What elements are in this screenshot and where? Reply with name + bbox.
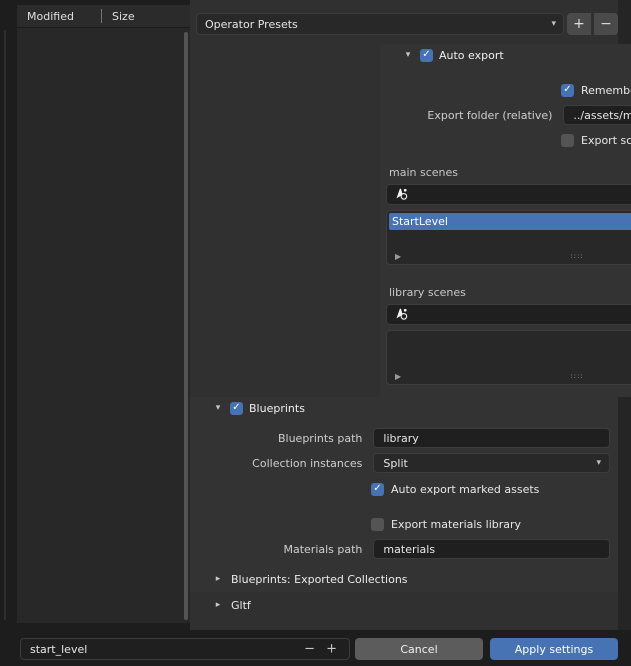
file-list-column-header: Modified Size [17, 5, 190, 27]
chevron-down-icon: ▾ [596, 458, 601, 468]
auto-export-marked-assets-row: ✓ Auto export marked assets [371, 479, 539, 499]
dialog-bottom-bar: start_level − + Cancel Apply settings [0, 630, 631, 666]
collection-instances-row: Collection instances Split ▾ [200, 453, 610, 473]
auto-export-marked-assets-checkbox[interactable]: ✓ [371, 482, 384, 496]
blueprints-exported-collections-title: Blueprints: Exported Collections [231, 572, 408, 586]
filename-increment-button[interactable]: + [326, 642, 337, 657]
export-folder-input[interactable]: ../assets/models [563, 105, 631, 125]
collection-instances-label: Collection instances [252, 456, 363, 470]
export-scene-settings-label: Export scene settings [581, 133, 631, 147]
library-scenes-list[interactable]: ▶ :::: [386, 330, 631, 385]
file-list[interactable] [17, 27, 190, 623]
blueprints-panel-header[interactable]: ▾ ✓ Blueprints [212, 398, 305, 418]
scene-icon [396, 308, 408, 320]
blueprints-path-label: Blueprints path [277, 431, 363, 445]
apply-settings-button[interactable]: Apply settings [490, 638, 618, 660]
column-header-modified[interactable]: Modified [17, 5, 101, 27]
collection-instances-value: Split [383, 456, 408, 470]
auto-export-marked-assets-label: Auto export marked assets [391, 482, 540, 496]
remember-export-settings-label: Remember Export Settings [581, 83, 631, 97]
chevron-right-icon[interactable]: ▶ [395, 372, 401, 381]
file-browser: Modified Size [0, 0, 190, 630]
gltf-panel-title: Gltf [231, 598, 251, 612]
list-item[interactable]: StartLevel [389, 213, 631, 230]
file-browser-gutter-divider [4, 30, 6, 620]
blueprints-exported-collections-panel[interactable]: ▸ Blueprints: Exported Collections [190, 568, 618, 590]
main-scenes-search-field[interactable] [386, 184, 631, 205]
remember-export-settings-row: ✓ Remember Export Settings [561, 80, 631, 100]
library-scenes-search-field[interactable] [386, 304, 631, 325]
blueprints-panel: ▾ ✓ Blueprints Blueprints path library C… [190, 397, 618, 592]
export-scene-settings-checkbox[interactable] [561, 133, 574, 147]
column-header-size[interactable]: Size [102, 5, 135, 27]
chevron-right-icon: ▸ [215, 574, 221, 584]
resize-grip-handle[interactable]: :::: [570, 372, 583, 380]
file-list-scrollbar[interactable] [184, 32, 188, 620]
remember-export-settings-checkbox[interactable]: ✓ [561, 83, 574, 97]
chevron-right-icon: ▸ [215, 600, 221, 610]
chevron-down-icon: ▾ [405, 50, 411, 60]
export-materials-library-label: Export materials library [391, 517, 522, 531]
file-browser-gutter [0, 27, 17, 623]
main-scenes-list-footer: ▶ :::: [387, 248, 631, 264]
blueprints-path-row: Blueprints path library [200, 428, 610, 448]
main-scenes-item-name: StartLevel [392, 215, 448, 228]
scene-icon [396, 188, 408, 200]
main-scenes-label: main scenes [389, 166, 458, 179]
main-scenes-list[interactable]: StartLevel ▶ :::: [386, 210, 631, 265]
export-scene-settings-row: Export scene settings [561, 130, 631, 150]
operator-presets-value: Operator Presets [205, 17, 298, 31]
library-scenes-list-footer: ▶ :::: [387, 368, 631, 384]
chevron-down-icon: ▾ [215, 403, 221, 413]
blueprints-panel-title: Blueprints [249, 401, 305, 415]
export-materials-library-checkbox[interactable] [371, 517, 384, 531]
export-materials-library-row: Export materials library [371, 514, 521, 534]
add-preset-button[interactable]: + [567, 13, 591, 35]
gltf-panel[interactable]: ▸ Gltf [190, 594, 618, 616]
materials-path-row: Materials path materials [200, 539, 610, 559]
filename-input[interactable]: start_level − + [20, 638, 350, 660]
cancel-button[interactable]: Cancel [355, 638, 483, 660]
auto-export-panel-header[interactable]: ▾ ✓ Auto export [380, 44, 631, 66]
blueprints-path-input[interactable]: library [373, 428, 610, 448]
export-folder-row: Export folder (relative) ../assets/model… [390, 105, 631, 125]
chevron-down-icon: ▾ [551, 19, 556, 29]
library-scenes-label: library scenes [389, 286, 466, 299]
operator-properties-panel: Operator Presets ▾ + − ▾ ✓ Auto export ✓… [190, 0, 631, 630]
auto-export-panel-title: Auto export [439, 48, 504, 62]
materials-path-label: Materials path [283, 542, 363, 556]
chevron-right-icon[interactable]: ▶ [395, 252, 401, 261]
auto-export-panel: ▾ ✓ Auto export ✓ Remember Export Settin… [380, 44, 631, 397]
operator-presets-dropdown[interactable]: Operator Presets ▾ [196, 13, 564, 35]
resize-grip-handle[interactable]: :::: [570, 252, 583, 260]
remove-preset-button[interactable]: − [594, 13, 618, 35]
filename-value: start_level [30, 642, 88, 656]
auto-export-checkbox[interactable]: ✓ [420, 48, 433, 62]
filename-decrement-button[interactable]: − [304, 642, 315, 657]
blueprints-checkbox[interactable]: ✓ [230, 401, 243, 415]
materials-path-input[interactable]: materials [373, 539, 610, 559]
export-folder-label: Export folder (relative) [427, 108, 553, 122]
operator-presets-row: Operator Presets ▾ + − [196, 13, 618, 35]
collection-instances-dropdown[interactable]: Split ▾ [373, 453, 610, 473]
